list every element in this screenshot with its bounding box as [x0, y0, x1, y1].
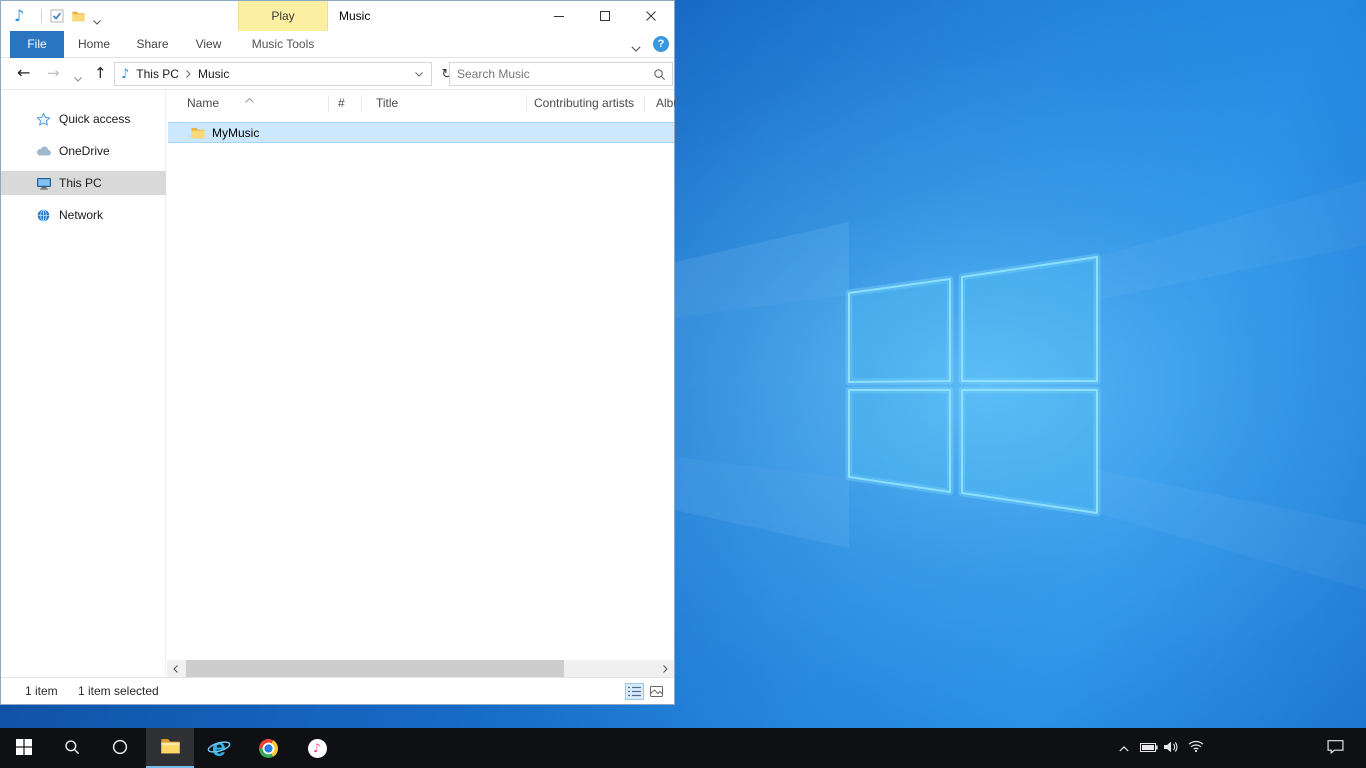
- address-bar[interactable]: ♪ This PC Music: [114, 62, 432, 86]
- scrollbar-thumb[interactable]: [186, 660, 564, 677]
- scroll-right-arrow-icon[interactable]: [657, 660, 674, 677]
- window-controls: [536, 1, 674, 31]
- column-divider[interactable]: [526, 95, 527, 112]
- column-divider[interactable]: [644, 95, 645, 112]
- window-title: Music: [339, 1, 370, 31]
- folder-icon: [159, 735, 182, 759]
- battery-icon: [1140, 741, 1158, 755]
- ie-icon: e: [205, 734, 233, 762]
- search-box: [449, 62, 673, 86]
- computer-icon: [35, 175, 52, 191]
- cortana-button[interactable]: [96, 728, 144, 768]
- column-header-title[interactable]: Title: [376, 90, 516, 117]
- tab-view[interactable]: View: [186, 31, 231, 58]
- cortana-circle-icon: [112, 739, 128, 758]
- taskbar-search-button[interactable]: [48, 728, 96, 768]
- ribbon-tab-row: File Home Share View Music Tools ?: [1, 31, 674, 58]
- action-center-icon: [1327, 739, 1344, 757]
- search-input[interactable]: [450, 63, 672, 85]
- battery-tray-button[interactable]: [1137, 728, 1161, 768]
- title-bar[interactable]: ♪ Play Music: [1, 1, 674, 31]
- file-name-label: MyMusic: [212, 126, 259, 140]
- selection-count-label: 1 item selected: [78, 678, 159, 704]
- taskbar: e ♪: [0, 728, 1366, 768]
- sidebar-item-network[interactable]: Network: [1, 203, 166, 227]
- column-header-name[interactable]: Name: [187, 90, 317, 117]
- star-icon: [35, 111, 52, 127]
- breadcrumb-music[interactable]: Music: [198, 67, 229, 81]
- volume-tray-button[interactable]: [1160, 728, 1182, 768]
- up-button[interactable]: ↑: [94, 64, 107, 82]
- file-list-area[interactable]: Name # Title Contributing artists Album …: [167, 90, 674, 677]
- breadcrumb-chevron-icon[interactable]: [186, 70, 191, 78]
- tab-file[interactable]: File: [10, 31, 64, 58]
- action-center-button[interactable]: [1320, 728, 1350, 768]
- sidebar-item-onedrive[interactable]: OneDrive: [1, 139, 166, 163]
- item-count-label: 1 item: [25, 678, 58, 704]
- navigation-row: ← → ↑ ♪ This PC Music ↻: [1, 58, 674, 90]
- help-button[interactable]: ?: [653, 36, 669, 52]
- minimize-button[interactable]: [536, 1, 582, 31]
- taskbar-internet-explorer-button[interactable]: e: [195, 728, 243, 768]
- forward-button[interactable]: →: [47, 64, 60, 82]
- tab-share[interactable]: Share: [129, 31, 176, 58]
- close-button[interactable]: [628, 1, 674, 31]
- taskbar-file-explorer-button[interactable]: [146, 728, 194, 768]
- ribbon-collapse-chevron-icon[interactable]: [631, 41, 641, 55]
- sidebar-item-label: Network: [59, 208, 103, 222]
- music-note-icon: ♪: [308, 739, 327, 758]
- sidebar-item-label: This PC: [59, 176, 102, 190]
- check-icon[interactable]: [50, 9, 64, 26]
- file-row-mymusic[interactable]: MyMusic: [168, 122, 674, 143]
- network-tray-button[interactable]: [1184, 728, 1208, 768]
- sidebar-item-label: OneDrive: [59, 144, 110, 158]
- address-dropdown-chevron-icon[interactable]: [415, 72, 423, 77]
- tab-home[interactable]: Home: [71, 31, 117, 58]
- search-icon[interactable]: [653, 68, 666, 84]
- wifi-icon: [1188, 740, 1204, 756]
- folder-icon: [190, 125, 206, 140]
- cloud-icon: [35, 143, 52, 159]
- back-button[interactable]: ←: [17, 63, 30, 82]
- sidebar-item-quick-access[interactable]: Quick access: [1, 107, 166, 131]
- chevron-up-icon: [1119, 741, 1129, 755]
- column-divider[interactable]: [328, 95, 329, 112]
- horizontal-scrollbar[interactable]: [167, 660, 674, 677]
- column-header-contributing-artists[interactable]: Contributing artists: [534, 90, 642, 117]
- maximize-button[interactable]: [582, 1, 628, 31]
- music-note-app-icon: ♪: [14, 6, 24, 26]
- column-header-number[interactable]: #: [338, 90, 358, 117]
- taskbar-itunes-button[interactable]: ♪: [293, 728, 341, 768]
- show-hidden-icons-button[interactable]: [1112, 728, 1136, 768]
- folder-icon[interactable]: [71, 9, 86, 26]
- explorer-window: ♪ Play Music: [0, 0, 675, 705]
- details-view-button[interactable]: [625, 683, 644, 700]
- column-divider[interactable]: [361, 95, 362, 112]
- taskbar-chrome-button[interactable]: [244, 728, 292, 768]
- sidebar-item-this-pc[interactable]: This PC: [1, 171, 166, 195]
- sidebar-item-label: Quick access: [59, 112, 130, 126]
- start-button[interactable]: [0, 728, 48, 768]
- network-icon: [35, 207, 52, 223]
- window-body: Quick access OneDrive This PC: [1, 90, 674, 677]
- qat-separator: [41, 9, 42, 23]
- chrome-icon: [259, 739, 278, 758]
- navigation-pane: Quick access OneDrive This PC: [1, 90, 166, 677]
- windows-logo-icon: [16, 739, 32, 758]
- search-icon: [64, 739, 80, 758]
- speaker-icon: [1163, 741, 1179, 756]
- music-note-icon: ♪: [121, 67, 129, 82]
- contextual-group-music-tools[interactable]: Music Tools: [238, 31, 328, 58]
- qat-dropdown-chevron[interactable]: [93, 14, 101, 28]
- breadcrumb-this-pc[interactable]: This PC: [136, 67, 179, 81]
- screen: ♪ Play Music: [0, 0, 1366, 768]
- recent-locations-chevron-icon[interactable]: [74, 71, 82, 85]
- scroll-left-arrow-icon[interactable]: [167, 660, 184, 677]
- contextual-tab-play[interactable]: Play: [238, 1, 328, 31]
- status-bar: 1 item 1 item selected: [1, 677, 674, 704]
- column-header-album[interactable]: Album: [656, 90, 675, 117]
- large-icons-view-button[interactable]: [647, 683, 666, 700]
